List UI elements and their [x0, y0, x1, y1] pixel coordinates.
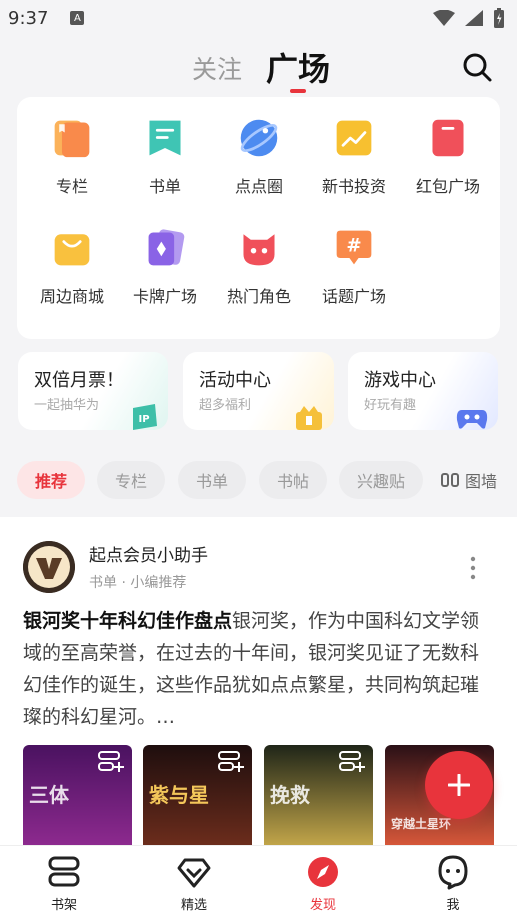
character-icon [243, 234, 275, 266]
chip-interest-post[interactable]: 兴趣贴 [339, 461, 423, 499]
avatar[interactable] [23, 541, 75, 593]
feature-grid: 专栏 书单 点点圈 新书投资 红包广场 周边商城 卡牌广场 热门角色 # 话题广… [17, 97, 500, 339]
category-chips: 推荐 专栏 书单 书帖 兴趣贴 图墙 [17, 461, 517, 499]
add-to-shelf-icon[interactable] [98, 751, 124, 773]
plus-icon [448, 774, 470, 796]
bookshelf-icon [48, 856, 80, 887]
tab-follow[interactable]: 关注 [192, 50, 242, 86]
nav-label: 发现 [309, 898, 336, 913]
author-name[interactable]: 起点会员小助手 [89, 541, 208, 566]
column-icon [54, 120, 90, 158]
notification-a-icon: A [70, 11, 85, 25]
grid-item-planet[interactable]: 点点圈 [211, 97, 307, 197]
planet-icon [240, 119, 278, 157]
add-to-shelf-icon[interactable] [339, 751, 365, 773]
chip-column[interactable]: 专栏 [97, 461, 165, 499]
grid-item-label: 话题广场 [321, 287, 386, 306]
svg-text:#: # [346, 236, 361, 257]
nav-item-bookshelf[interactable]: 书架 [19, 854, 109, 916]
bottom-nav: 书架 精选 发现 我 [0, 845, 517, 920]
gamepad-icon [456, 410, 488, 429]
grid-item-label: 点点圈 [234, 177, 283, 196]
gift-icon [296, 406, 322, 430]
create-post-button[interactable] [425, 751, 493, 819]
promo-title: 活动中心 [199, 370, 271, 391]
compass-icon [308, 857, 338, 887]
chip-book-post[interactable]: 书帖 [259, 461, 327, 499]
cards-icon [148, 229, 185, 266]
header: 关注 广场 [0, 40, 517, 96]
book-cover[interactable]: 紫与星 [143, 745, 252, 847]
svg-text:IP: IP [138, 414, 149, 425]
nav-label: 我 [446, 898, 460, 913]
nav-label: 精选 [180, 898, 207, 913]
grid-item-label: 热门角色 [226, 287, 291, 306]
more-options-icon[interactable] [466, 555, 480, 581]
nav-item-featured[interactable]: 精选 [149, 854, 239, 916]
cover-title: 紫与星 [149, 783, 209, 807]
grid-item-column[interactable]: 专栏 [24, 97, 120, 197]
redpacket-icon [432, 119, 464, 157]
battery-icon [494, 8, 504, 28]
promo-title: 游戏中心 [364, 370, 436, 391]
grid-item-booklist[interactable]: 书单 [117, 97, 213, 197]
image-wall-label: 图墙 [465, 472, 498, 491]
grid-item-label: 新书投资 [321, 177, 386, 196]
tab-indicator [290, 89, 306, 93]
search-icon[interactable] [460, 50, 494, 84]
grid-item-topic[interactable]: # 话题广场 [306, 207, 402, 307]
chip-recommend[interactable]: 推荐 [17, 461, 85, 499]
invest-icon [336, 120, 372, 156]
cover-title: 三体 [29, 783, 69, 807]
grid-item-character[interactable]: 热门角色 [211, 207, 307, 307]
cover-title: 挽救 [270, 783, 310, 807]
promo-activity-center[interactable]: 活动中心 超多福利 [183, 352, 334, 430]
nav-label: 书架 [50, 898, 77, 913]
wifi-icon [433, 10, 455, 26]
promo-subtitle: 超多福利 [199, 398, 252, 413]
promo-monthly-ticket[interactable]: 双倍月票！ 一起抽华为 IP [18, 352, 168, 430]
status-bar: 9:37 A [0, 0, 517, 36]
add-to-shelf-icon[interactable] [218, 751, 244, 773]
promo-game-center[interactable]: 游戏中心 好玩有趣 [348, 352, 498, 430]
grid-item-cards[interactable]: 卡牌广场 [117, 207, 213, 307]
tab-square[interactable]: 广场 [266, 44, 330, 90]
signal-icon [465, 10, 483, 26]
promo-subtitle: 一起抽华为 [34, 398, 100, 413]
booklist-icon [149, 120, 181, 156]
grid-item-label: 专栏 [55, 177, 88, 196]
grid-item-invest[interactable]: 新书投资 [306, 97, 402, 197]
book-cover[interactable]: 三体 [23, 745, 132, 847]
book-cover[interactable]: 挽救 [264, 745, 373, 847]
grid-item-label: 书单 [148, 177, 181, 196]
post-meta: 书单 · 小编推荐 [89, 575, 187, 591]
nav-item-me[interactable]: 我 [408, 854, 498, 916]
chip-booklist[interactable]: 书单 [178, 461, 246, 499]
profile-icon [438, 855, 468, 890]
promo-subtitle: 好玩有趣 [364, 398, 417, 413]
nav-item-discover[interactable]: 发现 [278, 854, 368, 916]
status-time: 9:37 [8, 7, 49, 29]
promo-title: 双倍月票！ [34, 370, 124, 391]
grid-item-label: 周边商城 [39, 287, 104, 306]
grid-item-redpacket[interactable]: 红包广场 [400, 97, 496, 197]
diamond-icon [177, 858, 211, 888]
grid-item-label: 卡牌广场 [132, 287, 197, 306]
image-wall-icon [441, 473, 459, 487]
grid-item-shop[interactable]: 周边商城 [24, 207, 120, 307]
ip-badge-icon: IP [133, 404, 157, 430]
post-title: 银河奖十年科幻佳作盘点 [23, 610, 233, 632]
cover-title: 穿越土星环 [391, 817, 452, 831]
shopping-bag-icon [54, 234, 90, 266]
image-wall-toggle[interactable]: 图墙 [441, 461, 497, 499]
grid-item-label: 红包广场 [415, 177, 480, 196]
post-text[interactable]: 银河奖十年科幻佳作盘点银河奖，作为中国科幻文学领域的至高荣誉，在过去的十年间，银… [23, 605, 495, 733]
topic-hash-icon: # [336, 230, 372, 265]
